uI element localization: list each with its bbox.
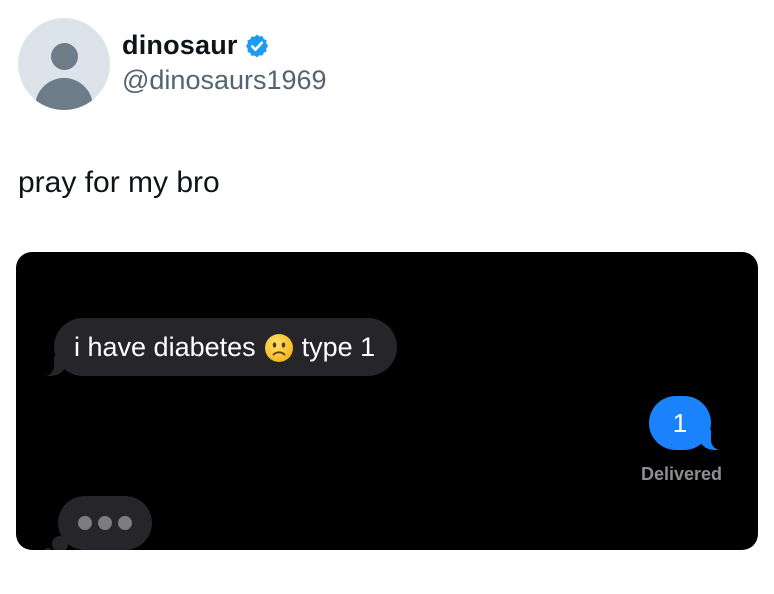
incoming-message-bubble: i have diabetes type 1 — [41, 318, 398, 376]
incoming-message-text-part2: type 1 — [301, 331, 376, 362]
display-name-row: dinosaur — [122, 30, 327, 61]
delivery-status: Delivered — [640, 464, 722, 484]
typing-dots-icon — [44, 496, 152, 550]
typing-dot — [78, 516, 92, 530]
tweet-card: dinosaur @dinosaurs1969 pray for my bro … — [0, 0, 774, 594]
avatar-body-shape — [35, 78, 93, 110]
outgoing-message-text: 1 — [672, 407, 688, 438]
author-handle[interactable]: @dinosaurs1969 — [122, 65, 327, 96]
outgoing-message-bubble: 1 — [649, 396, 723, 450]
author-names: dinosaur @dinosaurs1969 — [122, 30, 327, 96]
display-name[interactable]: dinosaur — [122, 30, 238, 61]
avatar[interactable] — [18, 18, 110, 110]
tweet-header: dinosaur @dinosaurs1969 — [18, 18, 327, 110]
avatar-head-shape — [51, 43, 78, 70]
typing-bubble-tail — [52, 536, 68, 550]
typing-dot — [98, 516, 112, 530]
slightly-frowning-face-icon — [264, 333, 294, 363]
typing-dot — [118, 516, 132, 530]
incoming-message-text-part1: i have diabetes — [74, 331, 256, 362]
tweet-text: pray for my bro — [18, 166, 220, 199]
typing-bubble-tail-small — [44, 548, 52, 550]
tweet-media-screenshot[interactable]: i have diabetes type 1 1 Delivered — [16, 252, 758, 550]
verified-badge-icon — [244, 33, 270, 59]
